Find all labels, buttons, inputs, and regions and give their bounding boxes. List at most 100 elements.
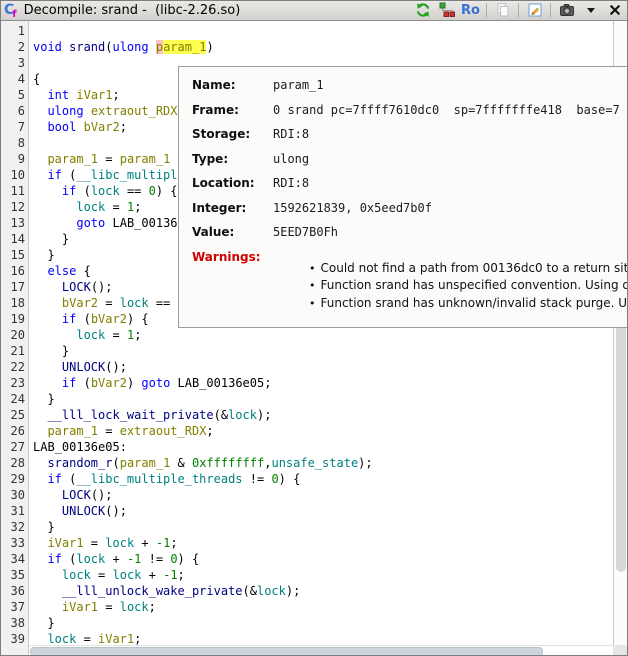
- code-text[interactable]: {: [29, 71, 40, 87]
- code-text[interactable]: }: [29, 391, 55, 407]
- code-line[interactable]: 32 }: [1, 519, 613, 535]
- code-line[interactable]: 38 }: [1, 615, 613, 631]
- code-text[interactable]: if (lock + -1 != 0) {: [29, 551, 199, 567]
- token[interactable]: =: [98, 296, 120, 310]
- token[interactable]: +: [105, 552, 127, 566]
- token[interactable]: &: [170, 456, 192, 470]
- token[interactable]: ;: [120, 120, 127, 134]
- code-line[interactable]: 21 }: [1, 343, 613, 359]
- token[interactable]: [33, 536, 47, 550]
- token[interactable]: [33, 120, 47, 134]
- token[interactable]: void: [33, 40, 69, 54]
- code-text[interactable]: }: [29, 615, 55, 631]
- token[interactable]: [33, 88, 47, 102]
- token[interactable]: lock: [113, 568, 142, 582]
- token[interactable]: 0: [170, 552, 177, 566]
- token[interactable]: ;: [134, 328, 141, 342]
- token[interactable]: [33, 504, 62, 518]
- code-text[interactable]: iVar1 = lock;: [29, 599, 156, 615]
- code-text[interactable]: LOCK();: [29, 487, 113, 503]
- code-text[interactable]: ulong extraout_RDX;: [29, 103, 185, 119]
- token[interactable]: lock: [47, 632, 76, 645]
- token[interactable]: ();: [91, 280, 113, 294]
- token[interactable]: ) {: [127, 312, 149, 326]
- token[interactable]: ) {: [178, 552, 200, 566]
- code-text[interactable]: lock = lock + -1;: [29, 567, 185, 583]
- copy-button[interactable]: [494, 2, 511, 19]
- token[interactable]: [33, 184, 62, 198]
- code-text[interactable]: __lll_unlock_wake_private(&lock);: [29, 583, 300, 599]
- token[interactable]: UNLOCK: [62, 360, 105, 374]
- token[interactable]: ;: [206, 424, 213, 438]
- code-text[interactable]: }: [29, 247, 55, 263]
- token[interactable]: __libc_multiple_threads: [76, 472, 242, 486]
- token[interactable]: +: [134, 536, 156, 550]
- token[interactable]: else: [47, 264, 76, 278]
- token[interactable]: (: [62, 552, 76, 566]
- code-line[interactable]: 37 iVar1 = lock;: [1, 599, 613, 615]
- code-text[interactable]: else {: [29, 263, 91, 279]
- code-text[interactable]: }: [29, 343, 69, 359]
- token[interactable]: 0: [149, 184, 156, 198]
- token[interactable]: if: [47, 168, 61, 182]
- token[interactable]: [33, 408, 47, 422]
- token[interactable]: lock: [91, 184, 120, 198]
- token[interactable]: bVar2: [91, 376, 127, 390]
- token[interactable]: lock: [76, 200, 105, 214]
- token[interactable]: [33, 312, 62, 326]
- token[interactable]: LOCK: [62, 280, 91, 294]
- token[interactable]: [33, 264, 47, 278]
- token[interactable]: );: [286, 584, 300, 598]
- token[interactable]: [33, 360, 62, 374]
- snapshot-button[interactable]: [558, 2, 575, 19]
- token[interactable]: }: [33, 520, 55, 534]
- token[interactable]: ==: [149, 296, 178, 310]
- refresh-button[interactable]: [414, 2, 431, 19]
- token[interactable]: ulong: [47, 104, 83, 118]
- token[interactable]: lock: [105, 536, 134, 550]
- token[interactable]: ulong: [112, 40, 148, 54]
- token[interactable]: lock: [120, 600, 149, 614]
- token[interactable]: if: [62, 312, 76, 326]
- token[interactable]: {: [33, 72, 40, 86]
- token[interactable]: =: [105, 200, 127, 214]
- token[interactable]: lock: [257, 584, 286, 598]
- token[interactable]: [33, 376, 62, 390]
- code-text[interactable]: LAB_00136e05:: [29, 439, 127, 455]
- token[interactable]: ): [206, 40, 213, 54]
- titlebar[interactable]: Cf Decompile: srand - (libc-2.26.so) Ro: [0, 0, 628, 21]
- token[interactable]: [33, 472, 47, 486]
- token[interactable]: [33, 600, 62, 614]
- token[interactable]: =: [84, 536, 106, 550]
- code-text[interactable]: __lll_lock_wait_private(&lock);: [29, 407, 271, 423]
- code-text[interactable]: lock = iVar1;: [29, 631, 141, 645]
- token[interactable]: }: [33, 248, 55, 262]
- code-text[interactable]: param_1 = extraout_RDX;: [29, 423, 214, 439]
- token[interactable]: [33, 456, 47, 470]
- edit-button[interactable]: [526, 2, 543, 19]
- token[interactable]: bVar2: [91, 312, 127, 326]
- token[interactable]: iVar1: [98, 632, 134, 645]
- code-text[interactable]: [29, 23, 33, 39]
- graph-button[interactable]: [438, 2, 455, 19]
- token[interactable]: [33, 152, 47, 166]
- token[interactable]: unsafe_state: [271, 456, 358, 470]
- token[interactable]: srandom_r: [47, 456, 112, 470]
- token[interactable]: [33, 216, 76, 230]
- code-text[interactable]: UNLOCK();: [29, 503, 127, 519]
- code-text[interactable]: iVar1 = lock + -1;: [29, 535, 178, 551]
- token[interactable]: !=: [243, 472, 272, 486]
- code-line[interactable]: 35 lock = lock + -1;: [1, 567, 613, 583]
- token[interactable]: param_1: [47, 152, 98, 166]
- token[interactable]: param_1: [120, 152, 171, 166]
- code-line[interactable]: 25 __lll_lock_wait_private(&lock);: [1, 407, 613, 423]
- token[interactable]: );: [257, 408, 271, 422]
- code-line[interactable]: 27LAB_00136e05:: [1, 439, 613, 455]
- token[interactable]: !=: [141, 552, 170, 566]
- token[interactable]: ;: [149, 600, 156, 614]
- code-text[interactable]: if (bVar2) {: [29, 311, 149, 327]
- token[interactable]: bVar2: [62, 296, 98, 310]
- code-text[interactable]: if (bVar2) goto LAB_00136e05;: [29, 375, 271, 391]
- token[interactable]: lock: [228, 408, 257, 422]
- token[interactable]: LAB_00136e05:: [33, 440, 127, 454]
